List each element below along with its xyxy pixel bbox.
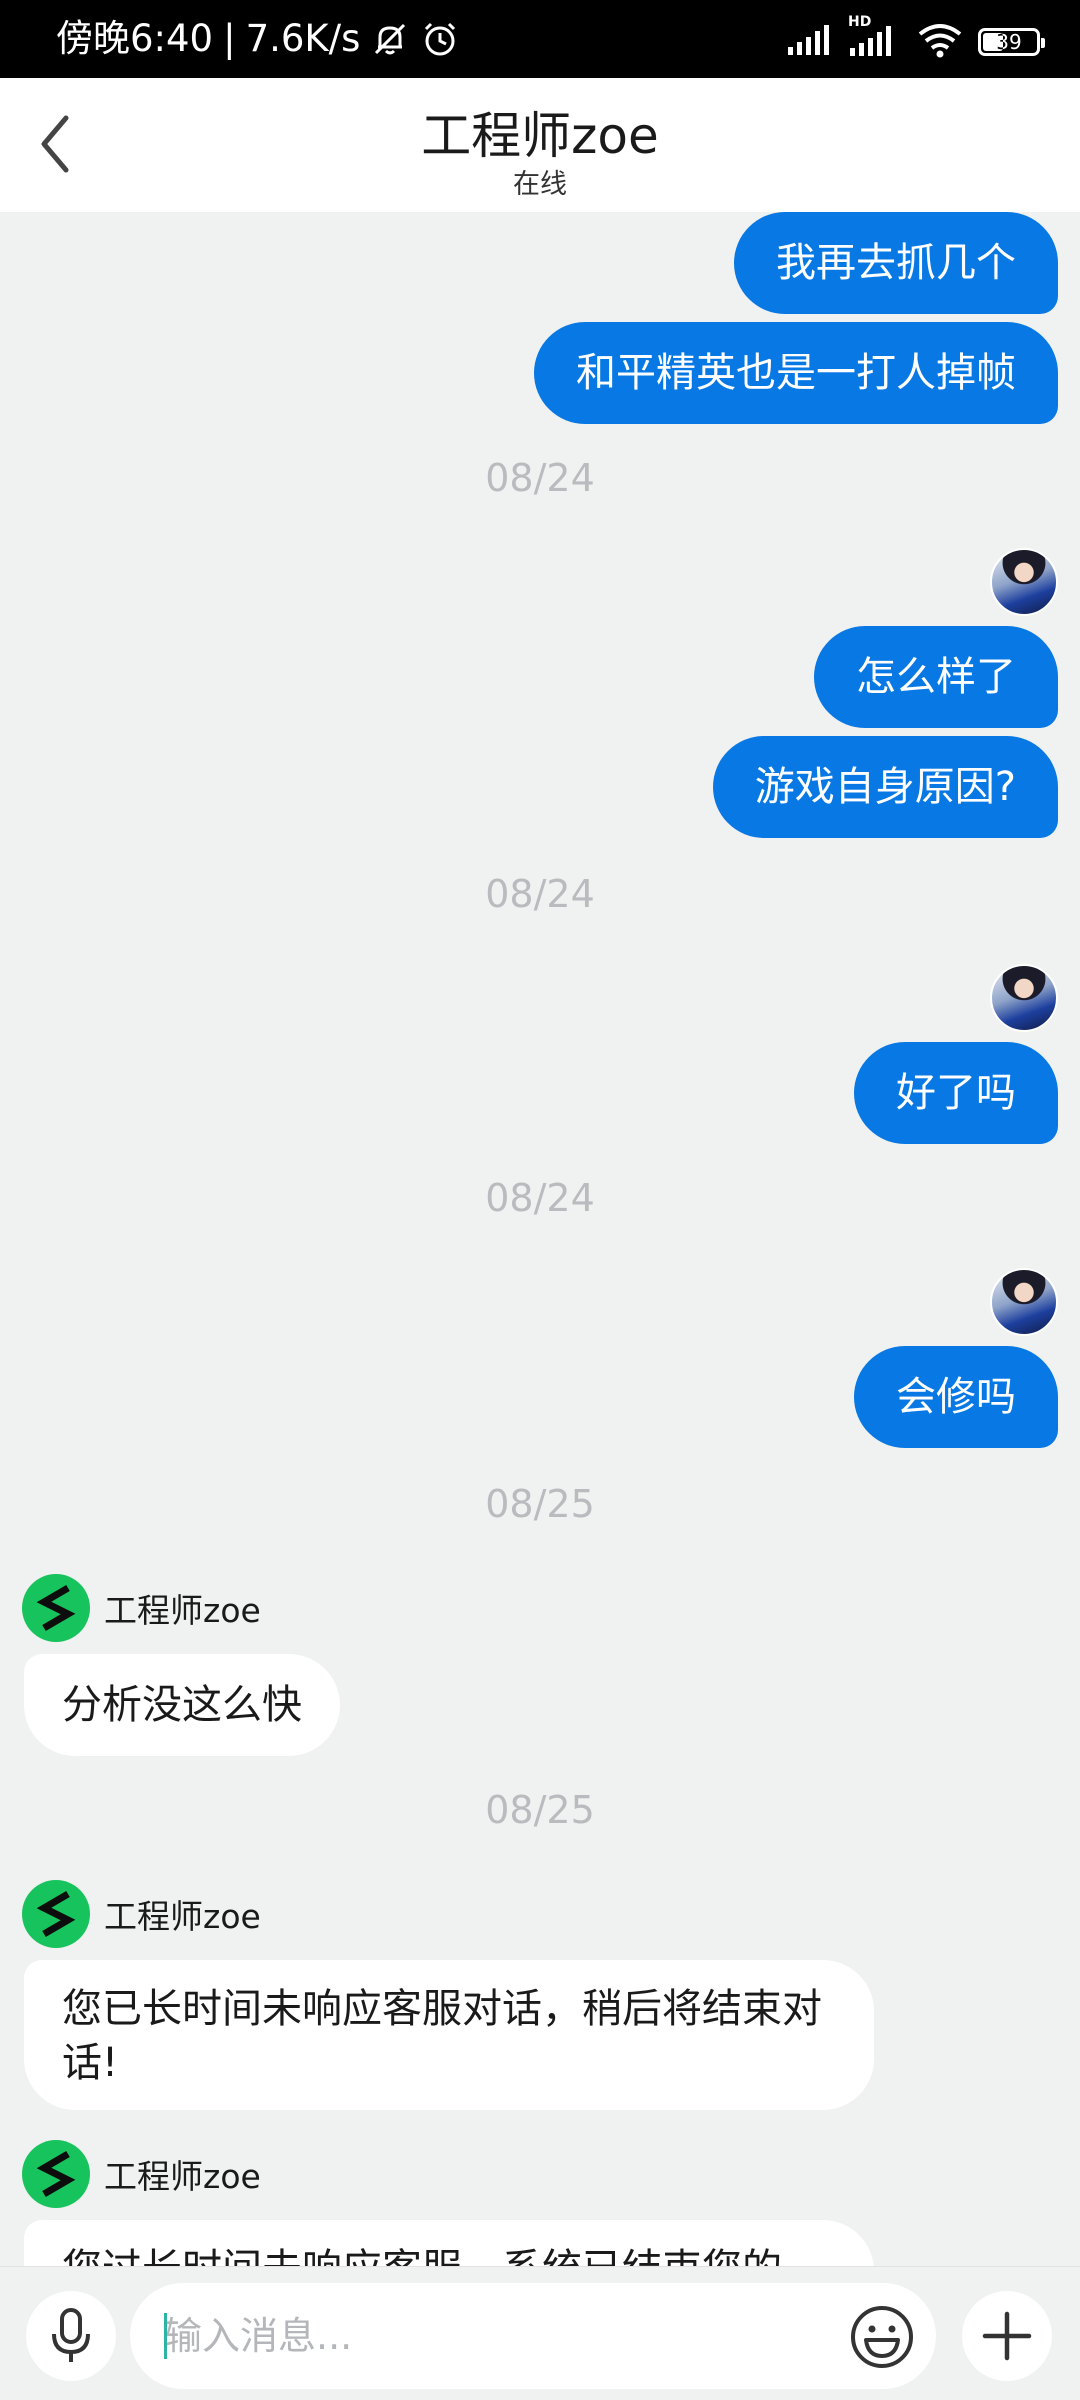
network-speed: 7.6K/s <box>245 17 361 60</box>
agent-header: 工程师zoe <box>22 1574 261 1642</box>
date-separator: 08/24 <box>485 872 595 916</box>
date-separator: 08/25 <box>485 1788 595 1832</box>
outgoing-message[interactable]: 会修吗 <box>854 1346 1058 1448</box>
agent-avatar[interactable] <box>22 2140 90 2208</box>
chat-header: 工程师zoe 在线 <box>0 78 1080 212</box>
emoji-icon <box>851 2306 913 2368</box>
mute-bell-icon <box>370 19 410 59</box>
status-right: HD 39 <box>786 14 1045 62</box>
battery-icon: 39 <box>978 28 1045 56</box>
outgoing-message[interactable]: 游戏自身原因? <box>712 736 1058 838</box>
plus-icon <box>982 2311 1032 2361</box>
agent-name: 工程师zoe <box>104 1591 261 1630</box>
date-separator: 08/25 <box>485 1482 595 1526</box>
add-button[interactable] <box>962 2291 1052 2381</box>
hd-signal-icon: HD <box>848 14 902 62</box>
page-title: 工程师zoe <box>421 107 659 165</box>
incoming-message[interactable]: 您已长时间未响应客服对话，稍后将结束对话! <box>24 1960 874 2110</box>
emoji-button[interactable] <box>846 2301 918 2373</box>
battery-level: 39 <box>996 30 1022 54</box>
date-separator: 08/24 <box>485 1176 595 1220</box>
text-cursor <box>164 2313 167 2359</box>
agent-name: 工程师zoe <box>104 2157 261 2196</box>
outgoing-message[interactable]: 我再去抓几个 <box>734 212 1058 314</box>
outgoing-message[interactable]: 和平精英也是一打人掉帧 <box>534 322 1058 424</box>
agent-header: 工程师zoe <box>22 1880 261 1948</box>
user-avatar[interactable] <box>990 1268 1058 1336</box>
outgoing-message[interactable]: 好了吗 <box>854 1042 1058 1144</box>
wifi-icon <box>916 22 964 62</box>
status-bar: 傍晚6:40 | 7.6K/s HD 39 <box>0 0 1080 78</box>
user-avatar[interactable] <box>990 964 1058 1032</box>
signal-icon <box>786 23 834 61</box>
chat-messages[interactable]: 我再去抓几个 和平精英也是一打人掉帧 08/24 怎么样了 游戏自身原因? 08… <box>0 212 1080 2266</box>
microphone-icon <box>52 2308 90 2362</box>
alarm-icon <box>420 19 460 59</box>
agent-avatar[interactable] <box>22 1574 90 1642</box>
agent-avatar[interactable] <box>22 1880 90 1948</box>
date-separator: 08/24 <box>485 456 595 500</box>
brand-logo-icon <box>36 1584 76 1632</box>
outgoing-message[interactable]: 怎么样了 <box>814 626 1058 728</box>
incoming-message[interactable]: 您过长时间未响应客服，系统已结束您的 <box>24 2220 874 2266</box>
status-time: 傍晚6:40 <box>56 17 214 60</box>
online-status: 在线 <box>513 169 567 200</box>
input-bar <box>0 2266 1080 2400</box>
user-avatar[interactable] <box>990 548 1058 616</box>
voice-button[interactable] <box>26 2291 116 2381</box>
status-left: 傍晚6:40 | 7.6K/s <box>56 18 460 60</box>
brand-logo-icon <box>36 2150 76 2198</box>
brand-logo-icon <box>36 1890 76 1938</box>
message-input[interactable] <box>130 2283 936 2389</box>
agent-name: 工程师zoe <box>104 1897 261 1936</box>
incoming-message[interactable]: 分析没这么快 <box>24 1654 340 1756</box>
agent-header: 工程师zoe <box>22 2140 261 2208</box>
